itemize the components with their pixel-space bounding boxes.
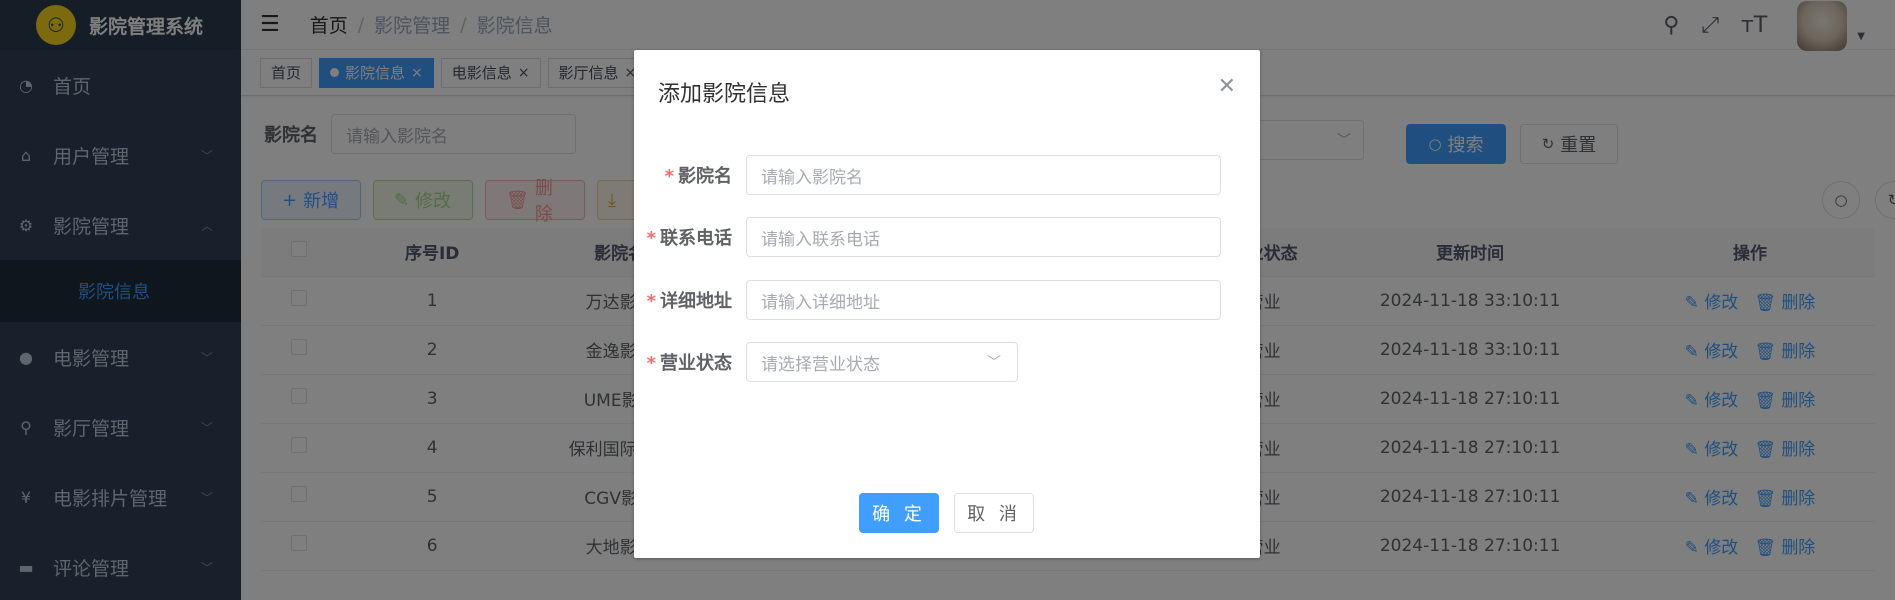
form-label: * 联系电话 [634,224,746,250]
cancel-button[interactable]: 取 消 [954,493,1034,533]
status-select[interactable]: 请选择营业状态 ﹀ [746,342,1018,382]
dialog-title: 添加影院信息 [658,82,791,107]
form-label-text: 营业状态 [660,353,732,374]
form-label: * 营业状态 [634,349,746,375]
form-label: * 详细地址 [634,287,746,313]
form-row-status: * 营业状态 请选择营业状态 ﹀ [634,342,1018,382]
add-cinema-dialog: 添加影院信息 ✕ * 影院名 请输入影院名 * 联系电话 请输入联系电话 * 详细地址… [634,50,1260,558]
confirm-button[interactable]: 确 定 [859,493,939,533]
form-row-cinema-name: * 影院名 请输入影院名 [634,155,1221,195]
form-label-text: 影院名 [678,166,732,187]
required-mark: * [646,291,656,312]
form-row-phone: * 联系电话 请输入联系电话 [634,217,1221,257]
chevron-down-icon: ﹀ [987,355,1001,371]
required-mark: * [646,353,656,374]
address-input[interactable]: 请输入详细地址 [746,280,1221,320]
select-placeholder: 请选择营业状态 [761,354,880,375]
close-icon[interactable]: ✕ [1218,76,1236,98]
form-label: * 影院名 [634,162,746,188]
phone-input[interactable]: 请输入联系电话 [746,217,1221,257]
form-row-address: * 详细地址 请输入详细地址 [634,280,1221,320]
cinema-name-input[interactable]: 请输入影院名 [746,155,1221,195]
required-mark: * [664,166,674,187]
required-mark: * [646,228,656,249]
form-label-text: 联系电话 [660,228,732,249]
form-label-text: 详细地址 [660,291,732,312]
